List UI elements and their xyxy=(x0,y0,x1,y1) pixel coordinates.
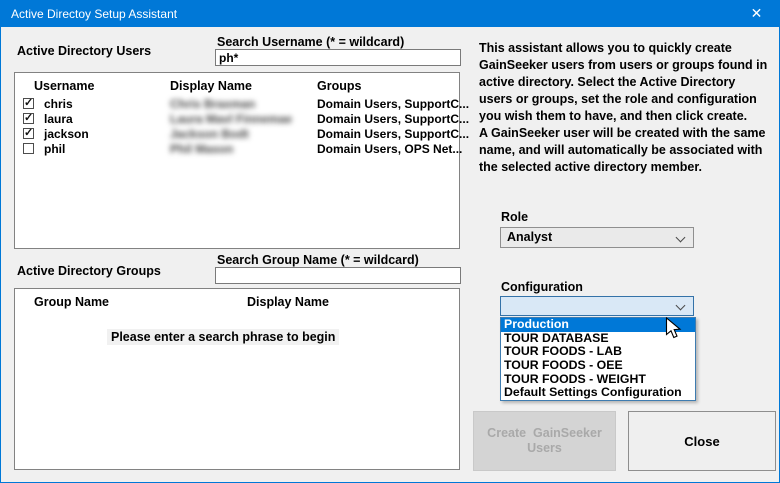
close-icon[interactable]: ✕ xyxy=(734,1,779,27)
user-row[interactable]: phil Phil Mason Domain Users, OPS Net... xyxy=(15,142,459,157)
user-checkbox[interactable] xyxy=(23,128,34,139)
users-section-label: Active Directory Users xyxy=(17,44,151,58)
display-name-blurred: Phil Mason xyxy=(170,142,233,156)
window-title: Active Directoy Setup Assistant xyxy=(11,1,177,27)
user-groups: Domain Users, SupportC... xyxy=(317,112,469,126)
chevron-down-icon xyxy=(676,301,686,311)
display-name-blurred: Jackson Bodt xyxy=(170,127,249,141)
option-default-settings-configuration[interactable]: Default Settings Configuration xyxy=(501,386,695,400)
titlebar: Active Directoy Setup Assistant ✕ xyxy=(1,1,779,27)
option-tour-foods-oee[interactable]: TOUR FOODS - OEE xyxy=(501,359,695,373)
groups-list: Group Name Display Name Please enter a s… xyxy=(14,288,460,470)
user-groups: Domain Users, SupportC... xyxy=(317,97,469,111)
groups-empty-message: Please enter a search phrase to begin xyxy=(107,329,339,345)
groups-section-label: Active Directory Groups xyxy=(17,264,161,278)
role-dropdown[interactable]: Analyst xyxy=(500,227,694,248)
role-label: Role xyxy=(501,210,528,224)
user-row[interactable]: chris Chris Braxman Domain Users, Suppor… xyxy=(15,97,459,112)
user-checkbox[interactable] xyxy=(23,143,34,154)
username: phil xyxy=(44,142,65,156)
users-col-groups: Groups xyxy=(317,79,361,93)
assistant-description: This assistant allows you to quickly cre… xyxy=(479,40,775,176)
users-list: Username Display Name Groups chris Chris… xyxy=(14,72,460,249)
user-checkbox[interactable] xyxy=(23,98,34,109)
groups-col-group-name: Group Name xyxy=(34,295,109,309)
mouse-cursor-icon xyxy=(665,317,682,345)
option-tour-foods-weight[interactable]: TOUR FOODS - WEIGHT xyxy=(501,373,695,387)
role-value: Analyst xyxy=(507,228,552,247)
chevron-down-icon xyxy=(676,233,686,243)
user-checkbox[interactable] xyxy=(23,113,34,124)
user-groups: Domain Users, OPS Net... xyxy=(317,142,462,156)
search-username-input[interactable] xyxy=(215,49,461,66)
users-col-display-name: Display Name xyxy=(170,79,252,93)
configuration-label: Configuration xyxy=(501,280,583,294)
groups-col-display-name: Display Name xyxy=(247,295,329,309)
dialog-window: Active Directoy Setup Assistant ✕ Active… xyxy=(0,0,780,483)
display-name-blurred: Laura Mavl Finnemae xyxy=(170,112,292,126)
configuration-dropdown[interactable] xyxy=(500,296,694,316)
search-group-label: Search Group Name (* = wildcard) xyxy=(217,253,419,267)
user-row[interactable]: jackson Jackson Bodt Domain Users, Suppo… xyxy=(15,127,459,142)
search-group-input[interactable] xyxy=(215,267,461,284)
users-col-username: Username xyxy=(34,79,94,93)
user-groups: Domain Users, SupportC... xyxy=(317,127,469,141)
create-gainseeker-users-button[interactable]: Create GainSeeker Users xyxy=(473,411,616,471)
option-tour-foods-lab[interactable]: TOUR FOODS - LAB xyxy=(501,345,695,359)
user-row[interactable]: laura Laura Mavl Finnemae Domain Users, … xyxy=(15,112,459,127)
username: laura xyxy=(44,112,73,126)
close-button[interactable]: Close xyxy=(628,411,776,471)
display-name-blurred: Chris Braxman xyxy=(170,97,255,111)
username: jackson xyxy=(44,127,89,141)
username: chris xyxy=(44,97,73,111)
search-username-label: Search Username (* = wildcard) xyxy=(217,35,404,49)
